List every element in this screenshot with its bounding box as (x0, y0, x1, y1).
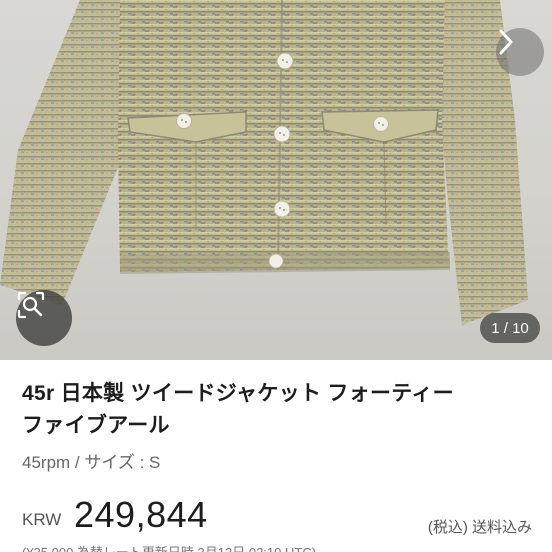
currency-label: KRW (22, 510, 62, 529)
product-title: 45r 日本製 ツイードジャケット フォーティー ファイブアール (22, 378, 532, 442)
product-image-gallery[interactable]: 1 / 10 (0, 0, 552, 360)
exchange-rate-note: (¥25,000 為替レート更新日時 3月13日 02:10 UTC) (22, 542, 316, 552)
brand-size-link[interactable]: 45rpm / サイズ : S (22, 452, 532, 474)
price-row: KRW 249,844 (税込) 送料込み (22, 494, 532, 536)
product-title-line-1: 45r 日本製 ツイードジャケット フォーティー (22, 382, 454, 405)
next-image-button[interactable] (496, 28, 544, 76)
chevron-right-icon (499, 29, 513, 55)
zoom-search-icon (17, 291, 45, 319)
tax-shipping-label: (税込) 送料込み (427, 519, 532, 536)
zoom-image-button[interactable] (16, 290, 72, 346)
product-title-line-2: ファイブアール (22, 414, 170, 437)
image-counter: 1 / 10 (480, 313, 540, 343)
product-info: 45r 日本製 ツイードジャケット フォーティー ファイブアール 45rpm /… (22, 378, 532, 474)
price-value: 249,844 (74, 494, 208, 535)
jacket-photo (0, 0, 528, 325)
